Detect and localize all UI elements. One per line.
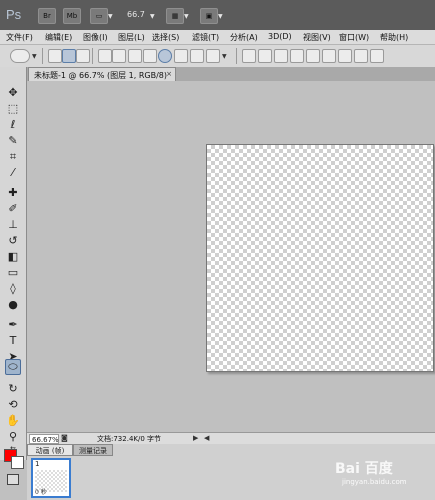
crop-tool-icon[interactable]: ⌗	[5, 149, 21, 165]
subtract-shape-icon[interactable]	[274, 49, 288, 63]
eyedropper-tool-icon[interactable]: ⁄	[5, 165, 21, 181]
arrange-dropdown-icon[interactable]: ▼	[184, 13, 189, 20]
watermark-logo: Bai 百度	[335, 461, 393, 477]
history-brush-tool-icon[interactable]: ↺	[5, 233, 21, 249]
document-tab[interactable]: 未标题-1 @ 66.7% (图层 1, RGB/8) ×	[28, 67, 176, 81]
menu-3d[interactable]: 3D(D)	[268, 32, 292, 41]
pen-tool-icon[interactable]: ✒	[5, 317, 21, 333]
zoom-dropdown-icon[interactable]: ▼	[150, 13, 155, 20]
exclude-shape-icon[interactable]	[306, 49, 320, 63]
tools-panel: ✥ ⬚ ℓ ✎ ⌗ ⁄ ✚ ✐ ⊥ ↺ ◧ ▭ ◊ ● ✒ T ➤ ⬭ ↻ ⟲ …	[0, 67, 27, 460]
frame-delay[interactable]: 0 秒	[35, 487, 47, 496]
arrange-icon[interactable]	[354, 49, 368, 63]
menu-select[interactable]: 选择(S)	[152, 32, 179, 43]
options-bar: ▼ ▼	[0, 45, 435, 68]
arrange-documents-icon[interactable]: ▦	[166, 8, 184, 24]
type-tool-icon[interactable]: T	[5, 333, 21, 349]
dodge-tool-icon[interactable]: ●	[5, 297, 21, 313]
watermark-url: jingyan.baidu.com	[342, 478, 407, 486]
clone-stamp-tool-icon[interactable]: ⊥	[5, 217, 21, 233]
geometry-options-dropdown-icon[interactable]: ▼	[222, 53, 227, 60]
move-tool-icon[interactable]: ✥	[5, 85, 21, 101]
menu-edit[interactable]: 编辑(E)	[45, 32, 72, 43]
ellipse-tool-icon[interactable]: ⬭	[5, 359, 21, 375]
hand-tool-icon[interactable]: ✋	[5, 413, 21, 429]
separator	[236, 48, 237, 64]
bridge-button[interactable]: Br	[38, 8, 56, 24]
menu-view[interactable]: 视图(V)	[303, 32, 331, 43]
distribute-icon[interactable]	[338, 49, 352, 63]
document-info: 文档:732.4K/0 字节	[97, 435, 162, 443]
fill-pixels-icon[interactable]	[76, 49, 90, 63]
screen-mode-icon[interactable]: ▣	[200, 8, 218, 24]
blur-tool-icon[interactable]: ◊	[5, 281, 21, 297]
pen-tool-icon[interactable]	[98, 49, 112, 63]
mini-bridge-button[interactable]: Mb	[63, 8, 81, 24]
align-icon[interactable]	[322, 49, 336, 63]
animation-frame[interactable]: 1 0 秒	[31, 458, 71, 498]
ellipse-icon[interactable]	[158, 49, 172, 63]
line-icon[interactable]	[190, 49, 204, 63]
3d-orbit-tool-icon[interactable]: ⟲	[5, 397, 21, 413]
spot-healing-tool-icon[interactable]: ✚	[5, 185, 21, 201]
custom-shape-icon[interactable]	[206, 49, 220, 63]
menu-analysis[interactable]: 分析(A)	[230, 32, 258, 43]
scroll-left-icon[interactable]: ◀	[204, 434, 209, 442]
info-icon[interactable]: ◙	[61, 434, 68, 442]
polygon-icon[interactable]	[174, 49, 188, 63]
tool-preset-picker[interactable]	[10, 49, 30, 63]
intersect-shape-icon[interactable]	[290, 49, 304, 63]
tab-animation[interactable]: 动画 (帧)	[27, 444, 73, 456]
menu-window[interactable]: 窗口(W)	[339, 32, 369, 43]
document-canvas[interactable]	[206, 144, 434, 372]
style-icon[interactable]	[370, 49, 384, 63]
menu-bar: 文件(F) 编辑(E) 图像(I) 图层(L) 选择(S) 滤镜(T) 分析(A…	[0, 30, 435, 45]
menu-image[interactable]: 图像(I)	[83, 32, 108, 43]
application-bar: Ps Br Mb ▭ ▼ 66.7 ▼ ▦ ▼ ▣ ▼	[0, 0, 435, 30]
status-menu-arrow-icon[interactable]: ▶	[193, 434, 198, 442]
gradient-tool-icon[interactable]: ▭	[5, 265, 21, 281]
paths-icon[interactable]	[62, 49, 76, 63]
eraser-tool-icon[interactable]: ◧	[5, 249, 21, 265]
separator	[42, 48, 43, 64]
close-icon[interactable]: ×	[166, 70, 172, 78]
zoom-field[interactable]: 66.67%	[29, 434, 59, 444]
document-tab-label: 未标题-1 @ 66.7% (图层 1, RGB/8)	[34, 71, 168, 80]
menu-layer[interactable]: 图层(L)	[118, 32, 145, 43]
freeform-pen-icon[interactable]	[112, 49, 126, 63]
3d-rotate-tool-icon[interactable]: ↻	[5, 381, 21, 397]
brush-tool-icon[interactable]: ✐	[5, 201, 21, 217]
screen-mode-dropdown-icon[interactable]: ▼	[218, 13, 223, 20]
rectangle-icon[interactable]	[128, 49, 142, 63]
rounded-rectangle-icon[interactable]	[143, 49, 157, 63]
zoom-level[interactable]: 66.7	[127, 10, 145, 19]
menu-file[interactable]: 文件(F)	[6, 32, 33, 43]
background-color-swatch[interactable]	[11, 456, 24, 469]
menu-filter[interactable]: 滤镜(T)	[192, 32, 219, 43]
lasso-tool-icon[interactable]: ℓ	[5, 117, 21, 133]
separator	[92, 48, 93, 64]
shape-layers-icon[interactable]	[48, 49, 62, 63]
view-extras-dropdown-icon[interactable]: ▼	[108, 13, 113, 20]
tool-preset-dropdown-icon[interactable]: ▼	[32, 53, 37, 60]
marquee-tool-icon[interactable]: ⬚	[5, 101, 21, 117]
photoshop-logo: Ps	[6, 7, 22, 22]
create-new-shape-icon[interactable]	[242, 49, 256, 63]
tab-measurement-log[interactable]: 测量记录	[73, 444, 113, 456]
add-to-shape-icon[interactable]	[258, 49, 272, 63]
menu-help[interactable]: 帮助(H)	[380, 32, 408, 43]
view-extras-icon[interactable]: ▭	[90, 8, 108, 24]
frame-number: 1	[35, 460, 40, 468]
quick-mask-icon[interactable]	[7, 474, 19, 485]
quick-selection-tool-icon[interactable]: ✎	[5, 133, 21, 149]
